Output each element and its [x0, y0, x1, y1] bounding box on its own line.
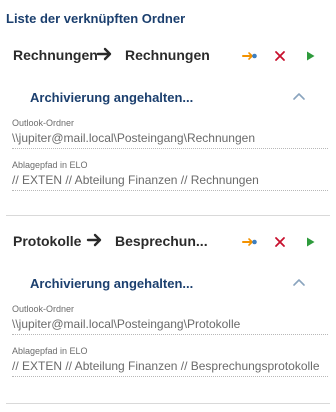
- arrow-right-icon: [86, 233, 102, 247]
- folder-card: Protokolle Besprechun... Archivierung an…: [0, 224, 336, 388]
- divider: [6, 215, 330, 216]
- elo-path-value: // EXTEN // Abteilung Finanzen // Bespre…: [12, 359, 328, 377]
- status-row[interactable]: Archivierung angehalten...: [0, 268, 336, 304]
- outlook-folder-value: \\jupiter@mail.local\Posteingang\Protoko…: [12, 317, 328, 335]
- play-icon[interactable]: [302, 234, 318, 250]
- elo-path-field: Ablagepfad in ELO // EXTEN // Abteilung …: [12, 346, 328, 388]
- elo-path-label: Ablagepfad in ELO: [12, 346, 88, 356]
- elo-path-label: Ablagepfad in ELO: [12, 160, 88, 170]
- status-text[interactable]: Archivierung angehalten...: [30, 276, 193, 291]
- play-icon[interactable]: [302, 48, 318, 64]
- outlook-folder-field: Outlook-Ordner \\jupiter@mail.local\Post…: [12, 118, 328, 160]
- folder-actions: [242, 48, 318, 64]
- folder-actions: [242, 234, 318, 250]
- close-icon[interactable]: [272, 234, 288, 250]
- folder-header: Rechnungen Rechnungen: [0, 38, 336, 74]
- status-text[interactable]: Archivierung angehalten...: [30, 90, 193, 105]
- outlook-folder-label: Outlook-Ordner: [12, 304, 75, 314]
- chevron-up-icon[interactable]: [292, 277, 306, 287]
- divider: [6, 403, 330, 404]
- target-folder-name: Rechnungen: [125, 47, 210, 63]
- outlook-folder-field: Outlook-Ordner \\jupiter@mail.local\Post…: [12, 304, 328, 346]
- source-folder-name: Rechnungen: [13, 47, 98, 63]
- outlook-folder-label: Outlook-Ordner: [12, 118, 75, 128]
- elo-path-value: // EXTEN // Abteilung Finanzen // Rechnu…: [12, 173, 328, 191]
- list-title: Liste der verknüpften Ordner: [6, 11, 186, 26]
- folder-card: Rechnungen Rechnungen Archivierung angeh…: [0, 38, 336, 202]
- move-icon[interactable]: [242, 48, 258, 64]
- chevron-up-icon[interactable]: [292, 91, 306, 101]
- outlook-folder-value: \\jupiter@mail.local\Posteingang\Rechnun…: [12, 131, 328, 149]
- close-icon[interactable]: [272, 48, 288, 64]
- target-folder-name: Besprechun...: [115, 233, 208, 249]
- linked-folders-panel: Liste der verknüpften Ordner Rechnungen …: [0, 0, 336, 412]
- elo-path-field: Ablagepfad in ELO // EXTEN // Abteilung …: [12, 160, 328, 202]
- move-icon[interactable]: [242, 234, 258, 250]
- folder-header: Protokolle Besprechun...: [0, 224, 336, 260]
- source-folder-name: Protokolle: [13, 233, 82, 249]
- status-row[interactable]: Archivierung angehalten...: [0, 82, 336, 118]
- arrow-right-icon: [96, 47, 112, 61]
